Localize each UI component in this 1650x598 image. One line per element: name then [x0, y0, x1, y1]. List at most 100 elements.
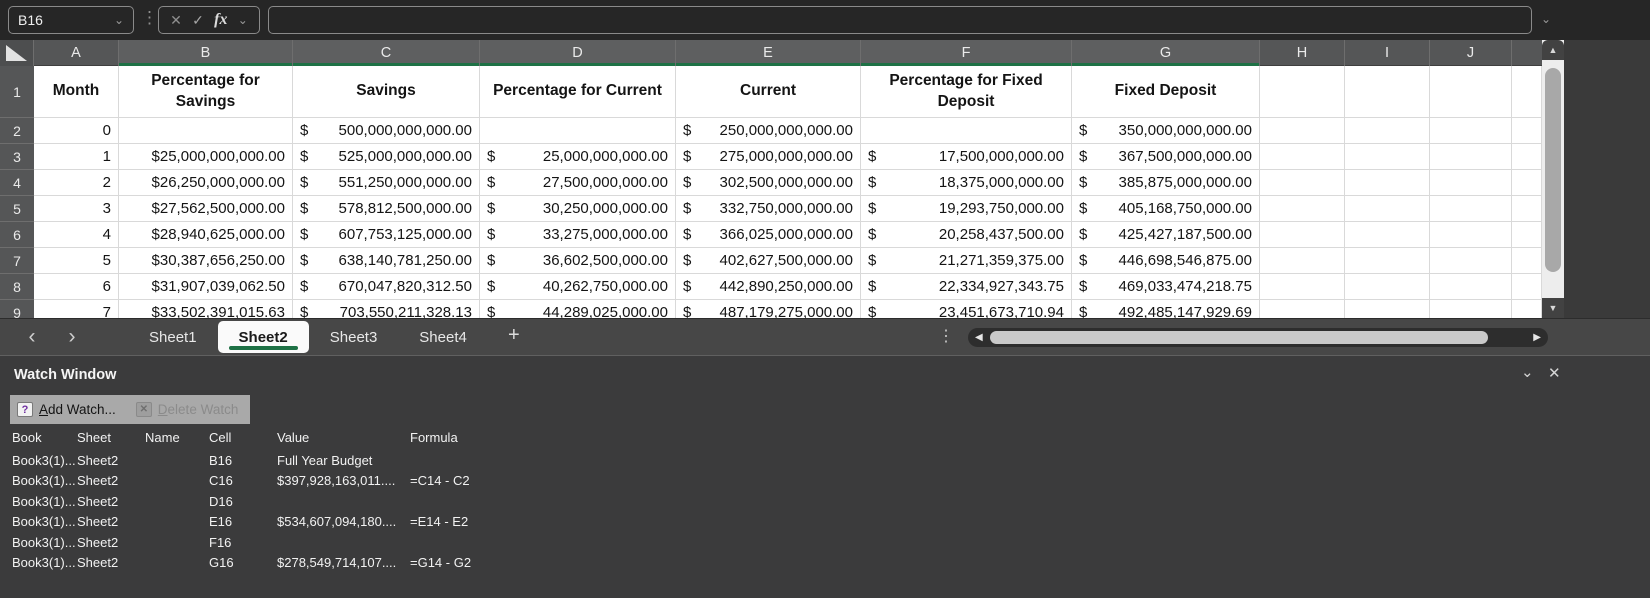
cell-E3[interactable]: $275,000,000,000.00 — [676, 144, 861, 170]
cell-C4[interactable]: $551,250,000,000.00 — [293, 170, 480, 196]
cell-C8[interactable]: $670,047,820,312.50 — [293, 274, 480, 300]
cell-A3[interactable]: 1 — [34, 144, 119, 170]
cell-J5[interactable] — [1430, 196, 1512, 222]
row-header-3[interactable]: 3 — [0, 144, 34, 170]
vertical-scrollbar[interactable]: ▲ ▼ — [1542, 40, 1564, 318]
watch-column-header-sheet[interactable]: Sheet — [77, 430, 145, 445]
cell-J2[interactable] — [1430, 118, 1512, 144]
cell-H4[interactable] — [1260, 170, 1345, 196]
cell-C3[interactable]: $525,000,000,000.00 — [293, 144, 480, 170]
cell-I2[interactable] — [1345, 118, 1430, 144]
cell-E6[interactable]: $366,025,000,000.00 — [676, 222, 861, 248]
cell-H6[interactable] — [1260, 222, 1345, 248]
cell-D7[interactable]: $36,602,500,000.00 — [480, 248, 676, 274]
cell-J4[interactable] — [1430, 170, 1512, 196]
scroll-down-icon[interactable]: ▼ — [1542, 298, 1564, 318]
cell-G8[interactable]: $469,033,474,218.75 — [1072, 274, 1260, 300]
watch-column-header-book[interactable]: Book — [12, 430, 77, 445]
cell-D3[interactable]: $25,000,000,000.00 — [480, 144, 676, 170]
tab-options-kebab-icon[interactable]: ⋮ — [938, 326, 954, 346]
cell-H1[interactable] — [1260, 66, 1345, 118]
formula-bar-expand-icon[interactable]: ⌄ — [1541, 13, 1551, 25]
vertical-scrollbar-thumb[interactable] — [1545, 68, 1561, 272]
horizontal-scrollbar-thumb[interactable] — [990, 331, 1488, 344]
cell-I3[interactable] — [1345, 144, 1430, 170]
cell-D2[interactable] — [480, 118, 676, 144]
cell-F7[interactable]: $21,271,359,375.00 — [861, 248, 1072, 274]
cell-C1[interactable]: Savings — [293, 66, 480, 118]
watch-window-collapse-icon[interactable]: ⌄ — [1521, 363, 1534, 381]
watch-row-E16[interactable]: Book3(1)...Sheet2E16$534,607,094,180....… — [0, 512, 900, 533]
cell-G9[interactable]: $492,485,147,929.69 — [1072, 300, 1260, 318]
cell-B7[interactable]: $30,387,656,250.00 — [119, 248, 293, 274]
cell-D4[interactable]: $27,500,000,000.00 — [480, 170, 676, 196]
cell-D5[interactable]: $30,250,000,000.00 — [480, 196, 676, 222]
cell-A2[interactable]: 0 — [34, 118, 119, 144]
cell-C2[interactable]: $500,000,000,000.00 — [293, 118, 480, 144]
enter-icon[interactable]: ✓ — [192, 12, 204, 29]
cell-G1[interactable]: Fixed Deposit — [1072, 66, 1260, 118]
cell-F5[interactable]: $19,293,750,000.00 — [861, 196, 1072, 222]
cell-J7[interactable] — [1430, 248, 1512, 274]
cell-E5[interactable]: $332,750,000,000.00 — [676, 196, 861, 222]
cell-J9[interactable] — [1430, 300, 1512, 318]
column-header-B[interactable]: B — [119, 40, 293, 66]
cell-D1[interactable]: Percentage for Current — [480, 66, 676, 118]
watch-row-D16[interactable]: Book3(1)...Sheet2D16 — [0, 491, 900, 512]
cell-I1[interactable] — [1345, 66, 1430, 118]
cell-E8[interactable]: $442,890,250,000.00 — [676, 274, 861, 300]
cell-E1[interactable]: Current — [676, 66, 861, 118]
cell-B5[interactable]: $27,562,500,000.00 — [119, 196, 293, 222]
delete-watch-button[interactable]: ✕ Delete Watch — [136, 402, 239, 417]
column-header-A[interactable]: A — [34, 40, 119, 66]
previous-sheet-icon[interactable]: ‹ — [22, 327, 42, 347]
cell-I9[interactable] — [1345, 300, 1430, 318]
cell-F2[interactable] — [861, 118, 1072, 144]
scroll-right-icon[interactable]: ▶ — [1533, 333, 1541, 343]
insert-function-icon[interactable]: fx — [214, 11, 227, 29]
cell-I7[interactable] — [1345, 248, 1430, 274]
cell-E4[interactable]: $302,500,000,000.00 — [676, 170, 861, 196]
cell-A4[interactable]: 2 — [34, 170, 119, 196]
cell-C9[interactable]: $703,550,211,328.13 — [293, 300, 480, 318]
formula-input[interactable] — [268, 6, 1532, 34]
sheet-tab-sheet3[interactable]: Sheet3 — [309, 319, 399, 356]
column-header-E[interactable]: E — [676, 40, 861, 66]
cell-J6[interactable] — [1430, 222, 1512, 248]
cell-A7[interactable]: 5 — [34, 248, 119, 274]
row-header-8[interactable]: 8 — [0, 274, 34, 300]
column-header-I[interactable]: I — [1345, 40, 1430, 66]
scroll-up-icon[interactable]: ▲ — [1542, 40, 1564, 60]
cell-B1[interactable]: Percentage for Savings — [119, 66, 293, 118]
cell-E7[interactable]: $402,627,500,000.00 — [676, 248, 861, 274]
cell-G5[interactable]: $405,168,750,000.00 — [1072, 196, 1260, 222]
cell-H2[interactable] — [1260, 118, 1345, 144]
cell-G7[interactable]: $446,698,546,875.00 — [1072, 248, 1260, 274]
cell-H8[interactable] — [1260, 274, 1345, 300]
cell-A9[interactable]: 7 — [34, 300, 119, 318]
cell-E9[interactable]: $487,179,275,000.00 — [676, 300, 861, 318]
row-header-7[interactable]: 7 — [0, 248, 34, 274]
watch-column-header-name[interactable]: Name — [145, 430, 209, 445]
cell-A6[interactable]: 4 — [34, 222, 119, 248]
cell-F6[interactable]: $20,258,437,500.00 — [861, 222, 1072, 248]
cancel-icon[interactable]: ✕ — [170, 12, 182, 29]
scroll-left-icon[interactable]: ◀ — [975, 333, 983, 343]
cell-B4[interactable]: $26,250,000,000.00 — [119, 170, 293, 196]
watch-row-C16[interactable]: Book3(1)...Sheet2C16$397,928,163,011....… — [0, 471, 900, 492]
cell-H7[interactable] — [1260, 248, 1345, 274]
row-header-9[interactable]: 9 — [0, 300, 34, 318]
cell-J1[interactable] — [1430, 66, 1512, 118]
watch-row-B16[interactable]: Book3(1)...Sheet2B16Full Year Budget — [0, 450, 900, 471]
cell-A5[interactable]: 3 — [34, 196, 119, 222]
cell-I5[interactable] — [1345, 196, 1430, 222]
column-header-G[interactable]: G — [1072, 40, 1260, 66]
sheet-tab-sheet4[interactable]: Sheet4 — [398, 319, 488, 356]
name-box-chevron-down-icon[interactable]: ⌄ — [114, 14, 124, 26]
cell-I8[interactable] — [1345, 274, 1430, 300]
cell-B6[interactable]: $28,940,625,000.00 — [119, 222, 293, 248]
cell-J8[interactable] — [1430, 274, 1512, 300]
column-header-J[interactable]: J — [1430, 40, 1512, 66]
cell-F4[interactable]: $18,375,000,000.00 — [861, 170, 1072, 196]
row-header-2[interactable]: 2 — [0, 118, 34, 144]
